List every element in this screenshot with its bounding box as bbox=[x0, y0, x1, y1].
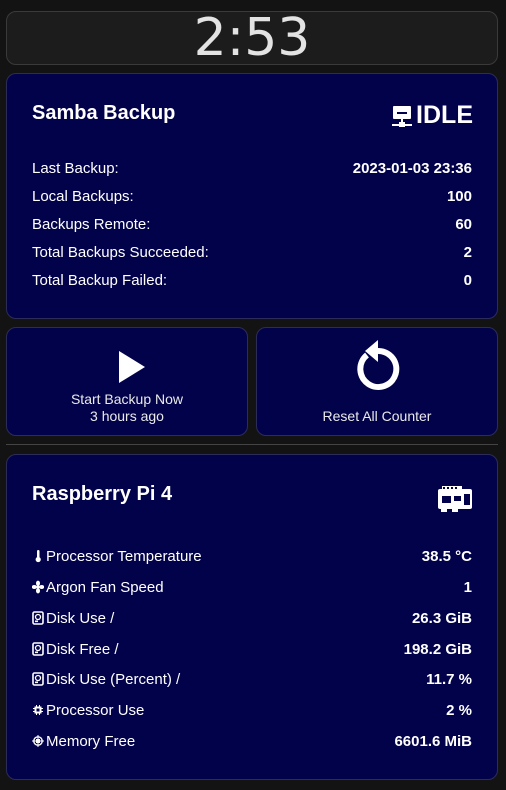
divider bbox=[6, 444, 498, 445]
start-backup-label: Start Backup Now bbox=[70, 391, 184, 407]
fan-speed-row: Argon Fan Speed 1 bbox=[32, 577, 472, 597]
restart-icon bbox=[357, 340, 400, 390]
row-label: Disk Use / bbox=[46, 609, 115, 627]
row-label: Total Backups Succeeded: bbox=[32, 243, 209, 261]
row-value: 1 bbox=[463, 578, 472, 596]
row-value: 198.2 GiB bbox=[403, 640, 472, 658]
raspberry-pi-card[interactable]: Raspberry Pi 4 Processor Temperature 38.… bbox=[6, 454, 498, 780]
row-label: Total Backup Failed: bbox=[32, 271, 168, 289]
row-value: 11.7 % bbox=[426, 670, 472, 688]
processor-temperature-row: Processor Temperature 38.5 °C bbox=[32, 546, 472, 566]
play-icon bbox=[119, 351, 145, 383]
harddisk-icon bbox=[32, 672, 44, 686]
row-value: 0 bbox=[463, 271, 472, 289]
row-value: 100 bbox=[446, 187, 472, 205]
row-label: Last Backup: bbox=[32, 159, 119, 177]
cpu-icon bbox=[33, 705, 43, 715]
row-label: Backups Remote: bbox=[32, 215, 151, 233]
row-value: 2023-01-03 23:36 bbox=[352, 159, 472, 177]
local-backups-row: Local Backups: 100 bbox=[32, 186, 472, 206]
row-label: Memory Free bbox=[46, 732, 136, 750]
row-label: Processor Use bbox=[46, 701, 145, 719]
processor-use-row: Processor Use 2 % bbox=[32, 700, 472, 720]
backups-remote-row: Backups Remote: 60 bbox=[32, 214, 472, 234]
card-title: Samba Backup bbox=[32, 102, 176, 124]
clock-card: 2:53 bbox=[6, 11, 498, 65]
backups-failed-row: Total Backup Failed: 0 bbox=[32, 270, 472, 290]
start-backup-sublabel: 3 hours ago bbox=[90, 408, 164, 424]
raspberry-pi-board-icon bbox=[438, 486, 472, 512]
row-value: 60 bbox=[455, 215, 472, 233]
row-value: 6601.6 MiB bbox=[394, 732, 472, 750]
backup-state: IDLE bbox=[391, 101, 473, 130]
disk-use-percent-row: Disk Use (Percent) / 11.7 % bbox=[32, 669, 472, 689]
row-value: 26.3 GiB bbox=[411, 609, 472, 627]
harddisk-icon bbox=[32, 642, 44, 656]
row-value: 2 % bbox=[446, 701, 472, 719]
thermometer-icon bbox=[35, 550, 41, 563]
fan-icon bbox=[32, 580, 44, 594]
row-value: 38.5 °C bbox=[421, 547, 472, 565]
disk-free-row: Disk Free / 198.2 GiB bbox=[32, 639, 472, 659]
network-drive-icon bbox=[392, 105, 413, 127]
last-backup-row: Last Backup: 2023-01-03 23:36 bbox=[32, 158, 472, 178]
row-label: Local Backups: bbox=[32, 187, 134, 205]
row-label: Argon Fan Speed bbox=[46, 578, 164, 596]
memory-icon bbox=[32, 735, 44, 747]
reset-counter-button[interactable]: Reset All Counter bbox=[256, 327, 498, 436]
card-title: Raspberry Pi 4 bbox=[32, 483, 173, 505]
row-label: Processor Temperature bbox=[46, 547, 202, 565]
backups-succeeded-row: Total Backups Succeeded: 2 bbox=[32, 242, 472, 262]
row-value: 2 bbox=[463, 243, 472, 261]
reset-counter-label: Reset All Counter bbox=[322, 408, 432, 424]
start-backup-button[interactable]: Start Backup Now 3 hours ago bbox=[6, 327, 248, 436]
memory-free-row: Memory Free 6601.6 MiB bbox=[32, 731, 472, 751]
clock-time: 2:53 bbox=[193, 8, 311, 68]
row-label: Disk Use (Percent) / bbox=[46, 670, 181, 688]
disk-use-row: Disk Use / 26.3 GiB bbox=[32, 608, 472, 628]
samba-backup-card[interactable]: Samba Backup IDLE Last Backup: 2023-01-0… bbox=[6, 73, 498, 319]
backup-state-label: IDLE bbox=[416, 101, 473, 129]
row-label: Disk Free / bbox=[46, 640, 119, 658]
harddisk-icon bbox=[32, 611, 44, 625]
